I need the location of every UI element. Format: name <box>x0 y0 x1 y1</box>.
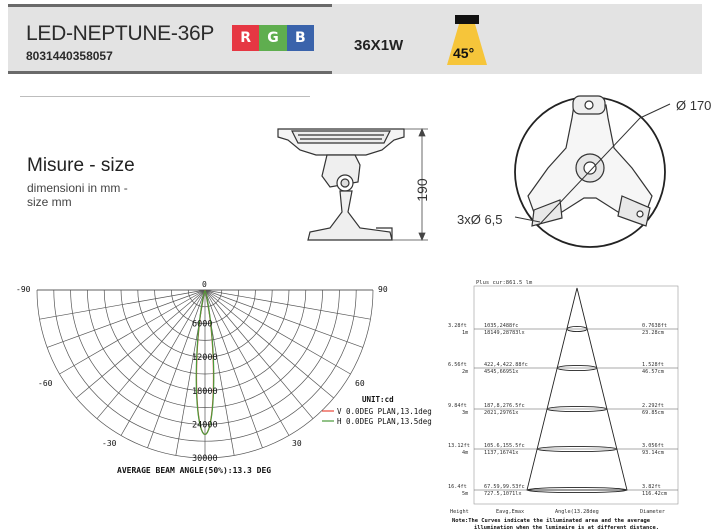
cone-top-label: Plus cur:861.5 lm <box>476 280 533 286</box>
cone-row-text: 422,4,422.88fc <box>484 362 528 368</box>
cone-footer-angle: Angle(13.28deg <box>555 509 599 515</box>
cone-footer-diameter: Diameter <box>640 509 665 515</box>
cone-row-text: 13.12ft <box>448 443 470 449</box>
cone-row-text: 0.7638ft <box>642 323 667 329</box>
cone-row-text: 3.28ft <box>448 323 467 329</box>
cone-row-text: 1137,16741x <box>484 450 518 456</box>
cone-row-text: 1035,2488fc <box>484 323 518 329</box>
cone-footer-height: Height <box>450 509 469 515</box>
cone-note2: illumination when the luminaire is at di… <box>474 525 659 531</box>
cone-row-text: 69.85cm <box>642 410 664 416</box>
cone-footer-e: Eavg,Emax <box>496 509 524 515</box>
cone-row-text: 187,8,276.5fc <box>484 403 525 409</box>
cone-row-text: 4m <box>462 450 468 456</box>
cone-note: Note:The Curves indicate the illuminated… <box>452 518 651 524</box>
cone-row-text: 9.84ft <box>448 403 467 409</box>
cone-row-text: 3m <box>462 410 468 416</box>
cone-row-text: 3.056ft <box>642 443 664 449</box>
cone-row-text: 2.292ft <box>642 403 664 409</box>
cone-row-text: 2021,29761x <box>484 410 518 416</box>
cone-row-text: 67.59,99.53fc <box>484 484 525 490</box>
cone-row-text: 18149,28783lx <box>484 330 525 336</box>
cone-row-text: 116.42cm <box>642 491 667 497</box>
cone-row-text: 93.14cm <box>642 450 664 456</box>
cone-row-text: 3.82ft <box>642 484 661 490</box>
cone-row-text: 727.5,1071lx <box>484 491 521 497</box>
cone-row-text: 4545,66951x <box>484 369 518 375</box>
cone-row-text: 1.528ft <box>642 362 664 368</box>
cone-row-text: 46.57cm <box>642 369 664 375</box>
cone-row-text: 23.28cm <box>642 330 664 336</box>
cone-diagram: Plus cur:861.5 lm 3.28ft1m 1035,2488fc181… <box>448 280 679 531</box>
cone-row-text: 1m <box>462 330 468 336</box>
cone-row-text: 16.4ft <box>448 484 467 490</box>
cone-row-text: 6.56ft <box>448 362 467 368</box>
cone-row-text: 105.6,155.5fc <box>484 443 525 449</box>
cone-row-text: 5m <box>462 491 468 497</box>
cone-row-text: 2m <box>462 369 468 375</box>
